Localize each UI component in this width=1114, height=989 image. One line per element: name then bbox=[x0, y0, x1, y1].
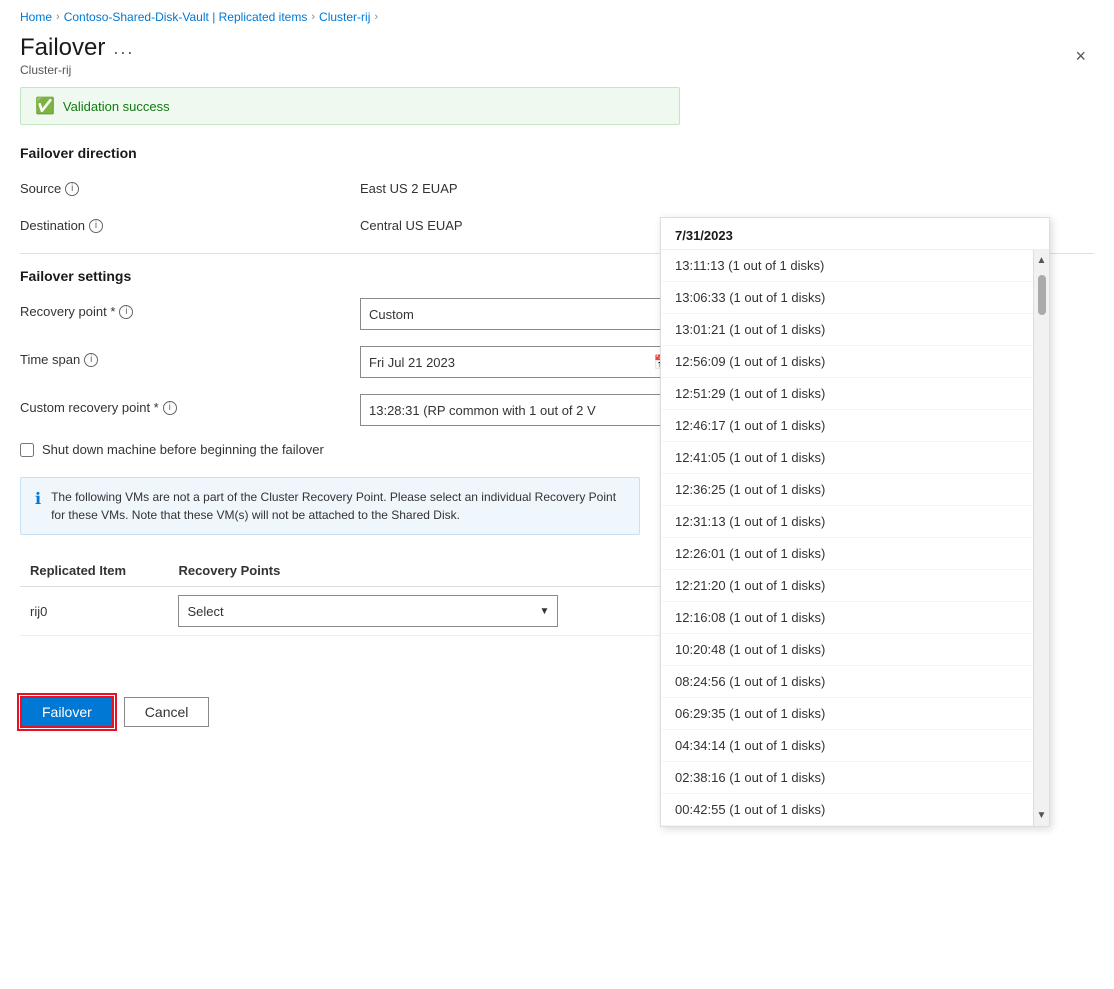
breadcrumb-home[interactable]: Home bbox=[20, 10, 52, 24]
breadcrumb-vault[interactable]: Contoso-Shared-Disk-Vault | Replicated i… bbox=[64, 10, 308, 24]
recovery-point-info-icon[interactable]: i bbox=[119, 305, 133, 319]
dropdown-date-header: 7/31/2023 bbox=[661, 218, 1049, 250]
close-button[interactable]: × bbox=[1067, 43, 1094, 69]
dropdown-item[interactable]: 13:01:21 (1 out of 1 disks) bbox=[661, 314, 1033, 346]
table-cell-item: rij0 bbox=[20, 587, 168, 636]
dropdown-item[interactable]: 12:21:20 (1 out of 1 disks) bbox=[661, 570, 1033, 602]
recovery-point-input[interactable]: Custom bbox=[360, 298, 680, 330]
source-label: Source i bbox=[20, 175, 360, 196]
dropdown-item[interactable]: 00:42:55 (1 out of 1 disks) bbox=[661, 794, 1033, 826]
select-label: Select bbox=[187, 604, 223, 619]
replicated-table: Replicated Item Recovery Points rij0 Sel… bbox=[20, 555, 680, 636]
table-col-item: Replicated Item bbox=[20, 555, 168, 587]
cancel-button[interactable]: Cancel bbox=[124, 697, 210, 727]
dropdown-item[interactable]: 12:16:08 (1 out of 1 disks) bbox=[661, 602, 1033, 634]
chevron-down-icon: ▼ bbox=[540, 606, 550, 617]
time-span-info-icon[interactable]: i bbox=[84, 353, 98, 367]
custom-rp-info-icon[interactable]: i bbox=[163, 401, 177, 415]
table-row: rij0 Select ▼ bbox=[20, 587, 680, 636]
page-container: Home › Contoso-Shared-Disk-Vault | Repli… bbox=[0, 0, 1114, 989]
destination-info-icon[interactable]: i bbox=[89, 219, 103, 233]
panel-header: Failover ... Cluster-rij × bbox=[0, 30, 1114, 87]
table-col-recovery: Recovery Points bbox=[168, 555, 680, 587]
recovery-points-select[interactable]: Select ▼ bbox=[178, 595, 558, 627]
breadcrumb-cluster[interactable]: Cluster-rij bbox=[319, 10, 370, 24]
validation-banner: ✅ Validation success bbox=[20, 87, 680, 125]
failover-direction-heading: Failover direction bbox=[20, 145, 1094, 161]
table-cell-select: Select ▼ bbox=[168, 587, 680, 636]
shutdown-checkbox[interactable] bbox=[20, 443, 34, 457]
custom-recovery-point-label: Custom recovery point * i bbox=[20, 394, 360, 415]
dropdown-item[interactable]: 06:29:35 (1 out of 1 disks) bbox=[661, 698, 1033, 730]
recovery-point-label: Recovery point * i bbox=[20, 298, 360, 319]
panel-more-options[interactable]: ... bbox=[113, 38, 134, 59]
dropdown-item[interactable]: 12:46:17 (1 out of 1 disks) bbox=[661, 410, 1033, 442]
custom-recovery-point-input[interactable]: 13:28:31 (RP common with 1 out of 2 V bbox=[360, 394, 680, 426]
info-box-text: The following VMs are not a part of the … bbox=[51, 488, 625, 524]
dropdown-item[interactable]: 10:20:48 (1 out of 1 disks) bbox=[661, 634, 1033, 666]
breadcrumb-sep-3: › bbox=[374, 11, 378, 23]
scroll-up-icon[interactable]: ▲ bbox=[1034, 252, 1049, 269]
dropdown-scroll-area[interactable]: 13:11:13 (1 out of 1 disks)13:06:33 (1 o… bbox=[661, 250, 1033, 826]
source-info-icon[interactable]: i bbox=[65, 182, 79, 196]
info-box-icon: ℹ bbox=[35, 489, 41, 524]
panel-subtitle: Cluster-rij bbox=[20, 63, 134, 77]
scroll-thumb[interactable] bbox=[1038, 275, 1046, 315]
dropdown-item[interactable]: 08:24:56 (1 out of 1 disks) bbox=[661, 666, 1033, 698]
content-area: ✅ Validation success Failover direction … bbox=[0, 87, 1114, 686]
breadcrumb-sep-1: › bbox=[56, 11, 60, 23]
destination-label: Destination i bbox=[20, 212, 360, 233]
dropdown-item[interactable]: 04:34:14 (1 out of 1 disks) bbox=[661, 730, 1033, 762]
dropdown-item[interactable]: 12:26:01 (1 out of 1 disks) bbox=[661, 538, 1033, 570]
time-span-label: Time span i bbox=[20, 346, 360, 367]
dropdown-item[interactable]: 12:51:29 (1 out of 1 disks) bbox=[661, 378, 1033, 410]
dropdown-inner: 13:11:13 (1 out of 1 disks)13:06:33 (1 o… bbox=[661, 250, 1049, 826]
panel-title: Failover ... bbox=[20, 34, 134, 62]
dropdown-panel: 7/31/2023 13:11:13 (1 out of 1 disks)13:… bbox=[660, 217, 1050, 827]
dropdown-item[interactable]: 12:41:05 (1 out of 1 disks) bbox=[661, 442, 1033, 474]
dropdown-item[interactable]: 13:11:13 (1 out of 1 disks) bbox=[661, 250, 1033, 282]
dropdown-item[interactable]: 12:36:25 (1 out of 1 disks) bbox=[661, 474, 1033, 506]
dropdown-item[interactable]: 02:38:16 (1 out of 1 disks) bbox=[661, 762, 1033, 794]
source-value: East US 2 EUAP bbox=[360, 175, 1094, 196]
source-row: Source i East US 2 EUAP bbox=[20, 175, 1094, 196]
shutdown-label[interactable]: Shut down machine before beginning the f… bbox=[42, 442, 324, 457]
breadcrumb-sep-2: › bbox=[311, 11, 315, 23]
validation-icon: ✅ bbox=[35, 96, 55, 116]
breadcrumb: Home › Contoso-Shared-Disk-Vault | Repli… bbox=[0, 0, 1114, 30]
dropdown-item[interactable]: 12:56:09 (1 out of 1 disks) bbox=[661, 346, 1033, 378]
scrollbar[interactable]: ▲ ▼ bbox=[1033, 250, 1049, 826]
scroll-down-icon[interactable]: ▼ bbox=[1034, 807, 1049, 824]
dropdown-item[interactable]: 12:31:13 (1 out of 1 disks) bbox=[661, 506, 1033, 538]
validation-text: Validation success bbox=[63, 99, 170, 114]
info-box: ℹ The following VMs are not a part of th… bbox=[20, 477, 640, 535]
panel-title-text: Failover bbox=[20, 34, 105, 62]
failover-button[interactable]: Failover bbox=[20, 696, 114, 728]
time-span-input[interactable]: Fri Jul 21 2023 📅 bbox=[360, 346, 680, 378]
panel-title-area: Failover ... Cluster-rij bbox=[20, 34, 134, 77]
dropdown-item[interactable]: 13:06:33 (1 out of 1 disks) bbox=[661, 282, 1033, 314]
